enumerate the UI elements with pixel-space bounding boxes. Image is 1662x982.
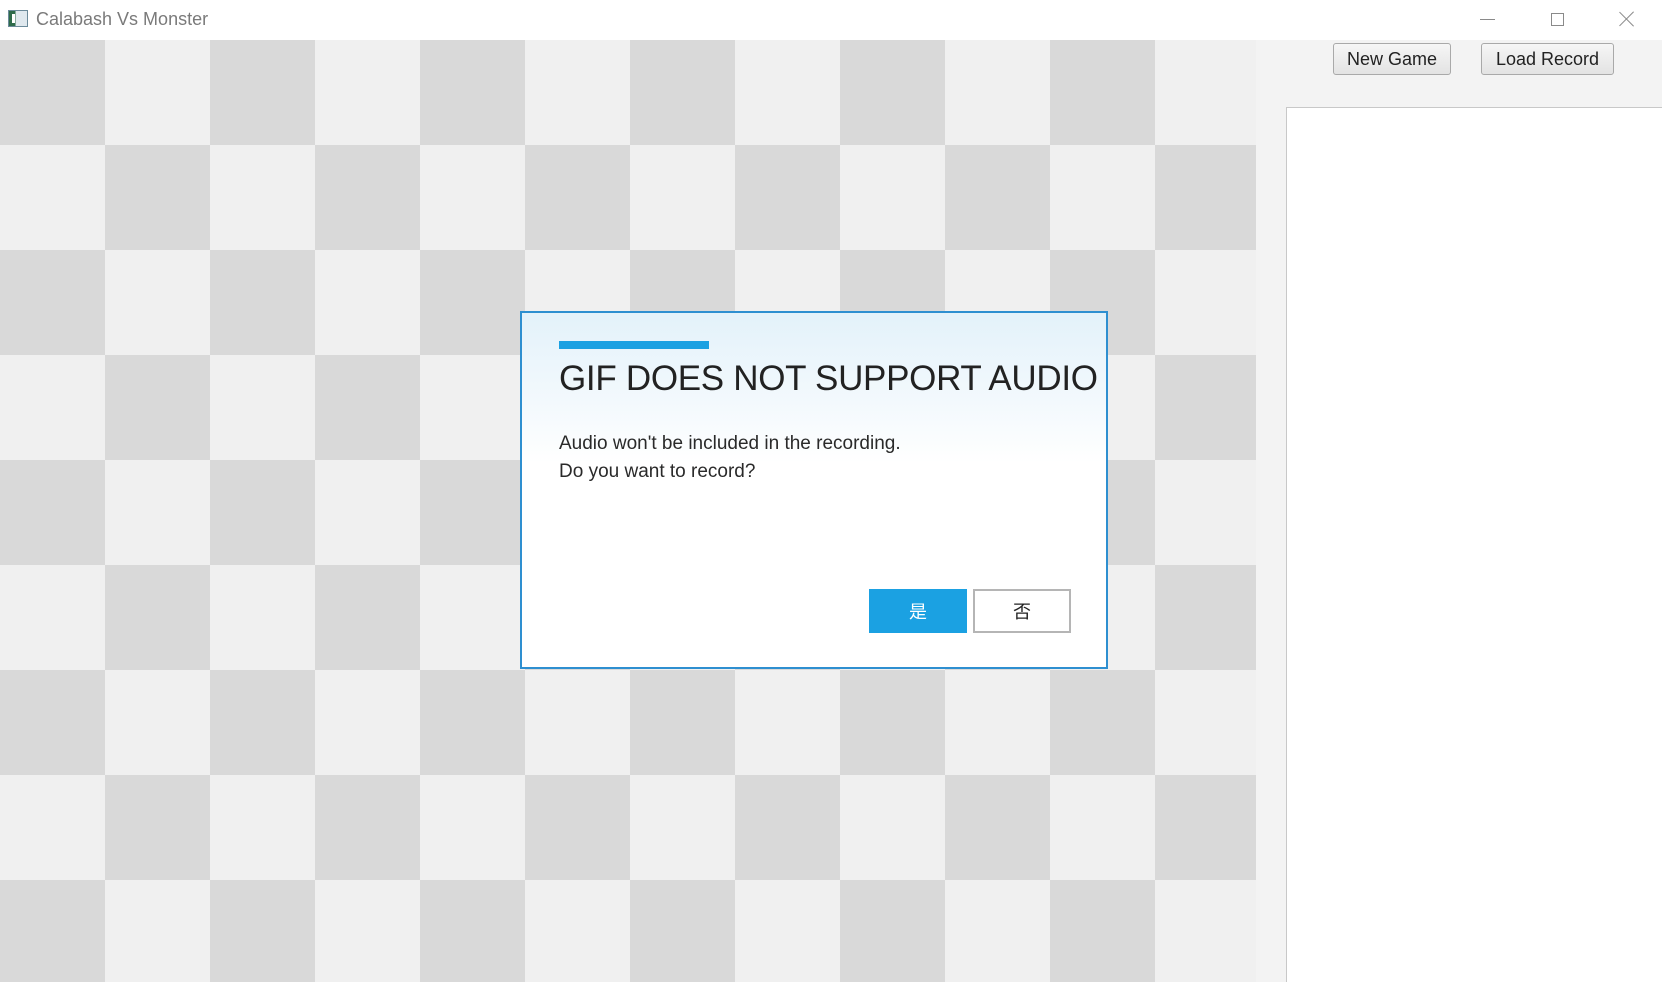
dialog-title: GIF DOES NOT SUPPORT AUDIO: [559, 359, 1098, 398]
yes-button[interactable]: 是: [869, 589, 967, 633]
title-bar[interactable]: Calabash Vs Monster: [0, 0, 1662, 40]
maximize-button[interactable]: [1522, 0, 1592, 38]
no-button[interactable]: 否: [973, 589, 1071, 633]
window-title: Calabash Vs Monster: [36, 9, 209, 29]
confirm-dialog: GIF DOES NOT SUPPORT AUDIO Audio won't b…: [520, 311, 1108, 669]
load-record-button[interactable]: Load Record: [1481, 43, 1614, 75]
maximize-icon: [1550, 12, 1564, 26]
close-button[interactable]: [1592, 0, 1662, 38]
dialog-message-line-2: Do you want to record?: [559, 461, 756, 482]
minimize-button[interactable]: [1452, 0, 1522, 38]
minimize-icon: [1479, 18, 1495, 20]
side-panel: [1286, 107, 1662, 982]
close-icon: [1619, 11, 1635, 27]
new-game-button[interactable]: New Game: [1333, 43, 1451, 75]
dialog-accent-bar: [559, 341, 709, 349]
dialog-message-line-1: Audio won't be included in the recording…: [559, 433, 901, 454]
app-window-icon: [8, 10, 28, 27]
app-window: Calabash Vs Monster New Game Load Record…: [0, 0, 1662, 982]
